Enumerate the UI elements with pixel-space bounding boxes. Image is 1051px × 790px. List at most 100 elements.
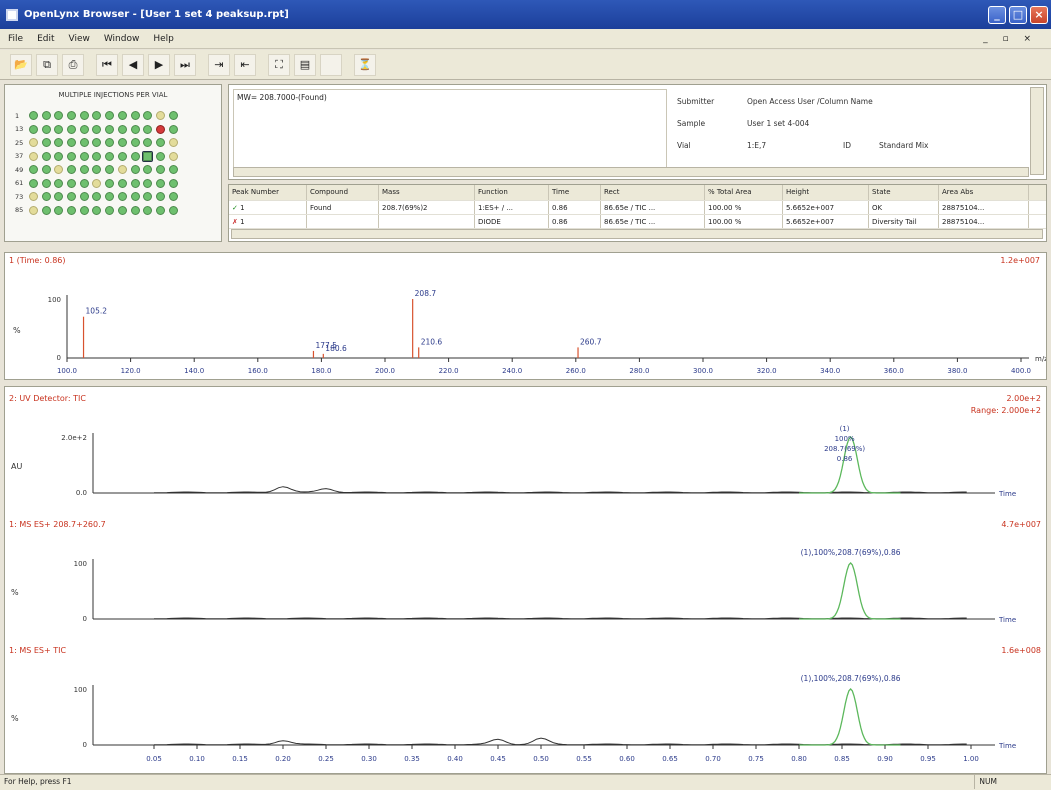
export-icon[interactable]: ⇤ [234,53,256,76]
vial-well[interactable] [143,111,153,121]
vial-well[interactable] [41,178,51,188]
column-header[interactable]: Mass [379,185,475,200]
vial-well[interactable] [130,111,140,121]
vial-well[interactable] [168,192,178,202]
next-icon[interactable]: ▶ [148,53,170,76]
vial-well[interactable] [29,205,38,215]
vial-well[interactable] [168,178,178,188]
menu-edit[interactable]: Edit [37,34,54,44]
layout-icon[interactable]: ▤ [294,53,316,76]
vial-well[interactable] [79,205,89,215]
vial-well[interactable] [130,165,140,175]
vial-well[interactable] [155,124,165,134]
menu-window[interactable]: Window [104,34,140,44]
vial-well[interactable] [41,192,51,202]
vial-well[interactable] [155,111,165,121]
vial-well[interactable] [105,138,115,148]
vial-well[interactable] [117,138,127,148]
vial-well[interactable] [155,165,165,175]
vial-well[interactable] [54,192,64,202]
vial-well[interactable] [143,165,153,175]
column-header[interactable]: Area Abs [939,185,1029,200]
vial-well[interactable] [92,192,102,202]
vial-well[interactable] [67,165,77,175]
info-scrollbar[interactable] [1030,87,1044,175]
vial-well[interactable] [29,111,38,121]
vial-well[interactable] [143,192,153,202]
vial-well[interactable] [67,178,77,188]
vial-well[interactable] [155,138,165,148]
vial-well[interactable] [29,124,38,134]
vial-well[interactable] [168,124,178,134]
vial-well[interactable] [67,111,77,121]
vial-well[interactable] [130,124,140,134]
column-header[interactable]: Peak Number [229,185,307,200]
column-header[interactable]: Height [783,185,869,200]
first-icon[interactable]: ⏮ [96,53,118,76]
vial-well[interactable] [92,178,102,188]
vial-well[interactable] [79,124,89,134]
vial-well[interactable] [54,205,64,215]
mdi-window-controls[interactable]: _ ▫ × [983,34,1037,44]
vial-well[interactable] [168,205,178,215]
vial-well[interactable] [79,151,89,161]
vial-well[interactable] [117,151,127,161]
vial-well[interactable] [130,151,140,161]
vial-well[interactable] [117,178,127,188]
table-row[interactable]: ✓ 1 Found 208.7(69%)2 1:ES+ / ... 0.86 86.65e… [229,201,1046,215]
vial-well[interactable] [67,124,77,134]
vial-well[interactable] [143,138,153,148]
blank-icon[interactable] [320,53,342,76]
vial-well[interactable] [54,111,64,121]
minimize-button[interactable]: _ [988,5,1006,24]
column-header[interactable]: Rect [601,185,705,200]
vial-well[interactable] [79,178,89,188]
vial-well[interactable] [105,178,115,188]
close-button[interactable]: × [1030,5,1048,24]
vial-well[interactable] [79,138,89,148]
vial-well[interactable] [143,205,153,215]
vial-well[interactable] [117,205,127,215]
vial-well[interactable] [168,138,178,148]
vial-well[interactable] [168,151,178,161]
open-icon[interactable]: 📂 [10,53,32,76]
vial-well[interactable] [155,192,165,202]
vial-well[interactable] [105,205,115,215]
vial-well[interactable] [117,111,127,121]
vial-well[interactable] [143,124,153,134]
vial-well[interactable] [130,192,140,202]
vial-well[interactable] [79,111,89,121]
vial-well[interactable] [92,151,102,161]
vial-well[interactable] [41,111,51,121]
vial-well[interactable] [29,178,38,188]
vial-well[interactable] [92,205,102,215]
vial-well[interactable] [67,192,77,202]
column-header[interactable]: Function [475,185,549,200]
print-icon[interactable]: ⎙ [62,53,84,76]
vial-well[interactable] [41,151,51,161]
vial-well[interactable] [54,151,64,161]
column-header[interactable]: Time [549,185,601,200]
vial-well[interactable] [117,165,127,175]
vial-well[interactable] [54,165,64,175]
vial-well[interactable] [155,151,165,161]
vial-well[interactable] [130,138,140,148]
vial-well[interactable] [54,138,64,148]
vial-well[interactable] [41,124,51,134]
vial-well[interactable] [29,138,38,148]
vial-well[interactable] [92,165,102,175]
menu-file[interactable]: File [8,34,23,44]
vial-well[interactable] [67,138,77,148]
vial-well[interactable] [92,124,102,134]
vial-well[interactable] [143,178,153,188]
menu-view[interactable]: View [69,34,90,44]
vial-well[interactable] [155,205,165,215]
vial-well[interactable] [105,151,115,161]
vial-well[interactable] [29,165,38,175]
vial-well[interactable] [41,165,51,175]
column-header[interactable]: % Total Area [705,185,783,200]
last-icon[interactable]: ⏭ [174,53,196,76]
maximize-button[interactable]: □ [1009,5,1027,24]
vial-well[interactable] [105,165,115,175]
vial-well[interactable] [117,124,127,134]
